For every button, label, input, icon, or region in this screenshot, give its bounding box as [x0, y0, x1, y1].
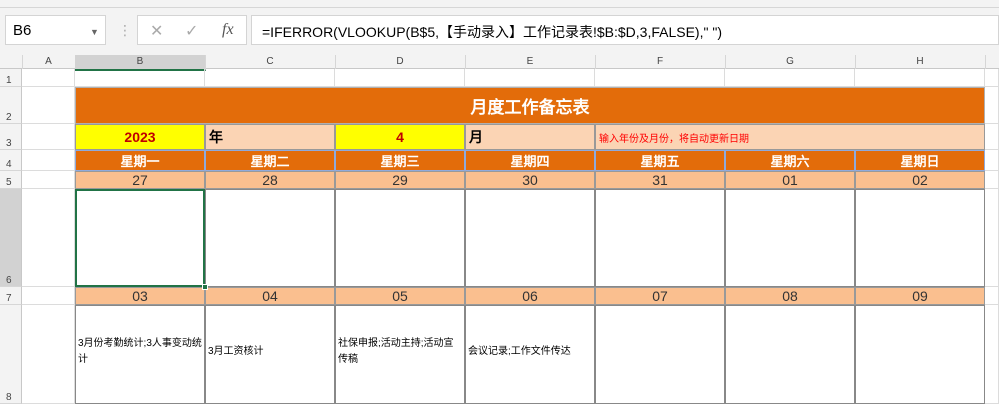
- date-cell[interactable]: 31: [595, 171, 725, 189]
- note-cell[interactable]: [855, 189, 985, 287]
- formula-input[interactable]: =IFERROR(VLOOKUP(B$5,【手动录入】工作记录表!$B:$D,3…: [251, 15, 999, 45]
- note-cell[interactable]: 会议记录;工作文件传达: [465, 305, 595, 404]
- cell[interactable]: [465, 69, 595, 87]
- drag-handle-icon[interactable]: ⋮: [118, 22, 132, 39]
- row-header-6[interactable]: 6: [0, 189, 22, 287]
- cell[interactable]: [985, 150, 999, 171]
- year-input[interactable]: 2023: [75, 124, 205, 150]
- cell[interactable]: [985, 69, 999, 87]
- date-cell[interactable]: 28: [205, 171, 335, 189]
- cell[interactable]: [985, 287, 999, 305]
- cell[interactable]: [22, 305, 75, 404]
- column-header-D[interactable]: D: [335, 55, 466, 69]
- cell[interactable]: [335, 69, 465, 87]
- cell[interactable]: [22, 87, 75, 124]
- date-cell[interactable]: 29: [335, 171, 465, 189]
- note-cell[interactable]: [465, 189, 595, 287]
- year-label: 年: [205, 124, 335, 150]
- date-cell[interactable]: 04: [205, 287, 335, 305]
- date-cell[interactable]: 08: [725, 287, 855, 305]
- cell[interactable]: [985, 305, 999, 404]
- date-cell[interactable]: 09: [855, 287, 985, 305]
- note-cell[interactable]: [335, 189, 465, 287]
- cell[interactable]: [985, 124, 999, 150]
- note-cell[interactable]: 3月份考勤统计;3人事变动统计: [75, 305, 205, 404]
- cancel-icon[interactable]: ✕: [150, 21, 163, 41]
- calendar-title[interactable]: 月度工作备忘表: [75, 87, 985, 124]
- column-headers: ABCDEFGH: [0, 55, 999, 71]
- cell[interactable]: [205, 69, 335, 87]
- weekday-header: 星期日: [855, 150, 985, 171]
- weekday-header: 星期六: [725, 150, 855, 171]
- column-header-E[interactable]: E: [465, 55, 596, 69]
- cell[interactable]: [22, 171, 75, 189]
- weekday-header: 星期五: [595, 150, 725, 171]
- column-header-G[interactable]: G: [725, 55, 856, 69]
- note-cell[interactable]: 3月工资核计: [205, 305, 335, 404]
- note-cell[interactable]: [595, 305, 725, 404]
- row-header-8[interactable]: 8: [0, 305, 22, 404]
- date-cell[interactable]: 03: [75, 287, 205, 305]
- select-all-corner[interactable]: [0, 55, 23, 69]
- fill-handle[interactable]: [202, 284, 208, 290]
- column-header-A[interactable]: A: [22, 55, 76, 69]
- hint-text: 输入年份及月份，将自动更新日期: [595, 124, 985, 150]
- date-cell[interactable]: 30: [465, 171, 595, 189]
- function-icon[interactable]: fx: [222, 21, 234, 39]
- month-input[interactable]: 4: [335, 124, 465, 150]
- column-header-C[interactable]: C: [205, 55, 336, 69]
- note-cell[interactable]: [725, 305, 855, 404]
- cell[interactable]: [725, 69, 855, 87]
- weekday-header: 星期三: [335, 150, 465, 171]
- note-cell[interactable]: [725, 189, 855, 287]
- weekday-header: 星期一: [75, 150, 205, 171]
- date-cell[interactable]: 05: [335, 287, 465, 305]
- month-label: 月: [465, 124, 595, 150]
- note-cell[interactable]: [205, 189, 335, 287]
- selected-note-cell[interactable]: [75, 189, 205, 287]
- cell[interactable]: [22, 189, 75, 287]
- enter-icon[interactable]: ✓: [185, 21, 198, 41]
- cell[interactable]: [22, 287, 75, 305]
- cell[interactable]: [985, 189, 999, 287]
- cell[interactable]: [985, 171, 999, 189]
- column-header-F[interactable]: F: [595, 55, 726, 69]
- note-cell[interactable]: [855, 305, 985, 404]
- cell[interactable]: [22, 69, 75, 87]
- cell[interactable]: [22, 150, 75, 171]
- row-header-7[interactable]: 7: [0, 287, 22, 305]
- date-cell[interactable]: 06: [465, 287, 595, 305]
- ribbon-strip: [0, 0, 999, 8]
- cell[interactable]: [75, 69, 205, 87]
- row-header-2[interactable]: 2: [0, 87, 22, 124]
- row-header-4[interactable]: 4: [0, 150, 22, 171]
- note-cell[interactable]: [595, 189, 725, 287]
- cell[interactable]: [22, 124, 75, 150]
- note-cell[interactable]: 社保申报;活动主持;活动宣传稿: [335, 305, 465, 404]
- column-header-H[interactable]: H: [855, 55, 986, 69]
- cell[interactable]: [855, 69, 985, 87]
- weekday-header: 星期二: [205, 150, 335, 171]
- date-cell[interactable]: 01: [725, 171, 855, 189]
- date-cell[interactable]: 02: [855, 171, 985, 189]
- row-header-1[interactable]: 1: [0, 69, 22, 87]
- date-cell[interactable]: 07: [595, 287, 725, 305]
- row-header-5[interactable]: 5: [0, 171, 22, 189]
- formula-buttons: ✕ ✓ fx: [137, 15, 247, 45]
- row-header-3[interactable]: 3: [0, 124, 22, 150]
- date-cell[interactable]: 27: [75, 171, 205, 189]
- weekday-header: 星期四: [465, 150, 595, 171]
- cell[interactable]: [595, 69, 725, 87]
- cell[interactable]: [985, 87, 999, 124]
- chevron-down-icon[interactable]: ▼: [90, 27, 99, 37]
